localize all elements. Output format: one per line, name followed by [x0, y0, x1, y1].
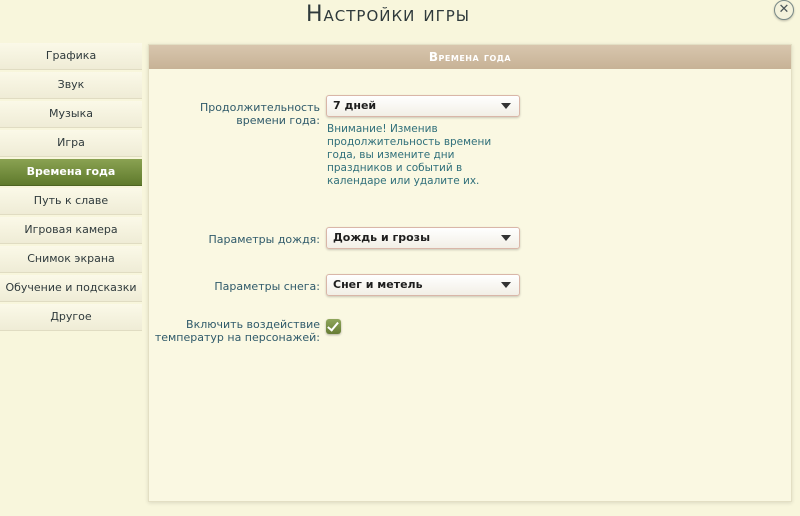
- chevron-down-icon: [501, 235, 511, 241]
- sidebar-item-music[interactable]: Музыка: [0, 101, 142, 128]
- sidebar-item-seasons[interactable]: Времена года: [0, 159, 142, 186]
- season-length-dropdown[interactable]: 7 дней: [326, 95, 520, 117]
- sidebar-item-tutorial[interactable]: Обучение и подсказки: [0, 275, 142, 302]
- sidebar-item-career[interactable]: Путь к славе: [0, 188, 142, 215]
- window-title: Настройки игры: [305, 2, 471, 27]
- close-icon: ✕: [778, 2, 790, 17]
- snow-value: Снег и метель: [333, 278, 423, 291]
- sidebar-item-screenshot[interactable]: Снимок экрана: [0, 246, 142, 273]
- rain-value: Дождь и грозы: [333, 231, 431, 244]
- sidebar-item-game[interactable]: Игра: [0, 130, 142, 157]
- season-length-label-line1: Продолжительность: [200, 101, 320, 114]
- snow-dropdown[interactable]: Снег и метель: [326, 274, 520, 296]
- chevron-down-icon: [501, 282, 511, 288]
- temperature-label: Включить воздействие температур на персо…: [140, 318, 320, 344]
- close-button[interactable]: ✕: [774, 0, 794, 20]
- sidebar-item-sound[interactable]: Звук: [0, 72, 142, 99]
- season-length-warning: Внимание! Изменив продолжительность врем…: [327, 123, 492, 187]
- panel-header: Времена года: [149, 45, 791, 69]
- season-length-value: 7 дней: [333, 99, 377, 112]
- rain-label: Параметры дождя:: [208, 233, 320, 246]
- sidebar: Графика Звук Музыка Игра Времена года Пу…: [0, 43, 142, 333]
- snow-label: Параметры снега:: [214, 280, 320, 293]
- rain-dropdown[interactable]: Дождь и грозы: [326, 227, 520, 249]
- temperature-label-line1: Включить воздействие: [186, 318, 320, 331]
- temperature-label-line2: температур на персонажей:: [154, 331, 320, 344]
- season-length-label-line2: времени года:: [236, 114, 320, 127]
- sidebar-item-graphics[interactable]: Графика: [0, 43, 142, 70]
- temperature-checkbox[interactable]: [326, 319, 341, 334]
- chevron-down-icon: [501, 103, 511, 109]
- sidebar-item-camera[interactable]: Игровая камера: [0, 217, 142, 244]
- season-length-label: Продолжительность времени года:: [160, 101, 320, 127]
- checkmark-icon: [327, 319, 339, 332]
- sidebar-item-other[interactable]: Другое: [0, 304, 142, 331]
